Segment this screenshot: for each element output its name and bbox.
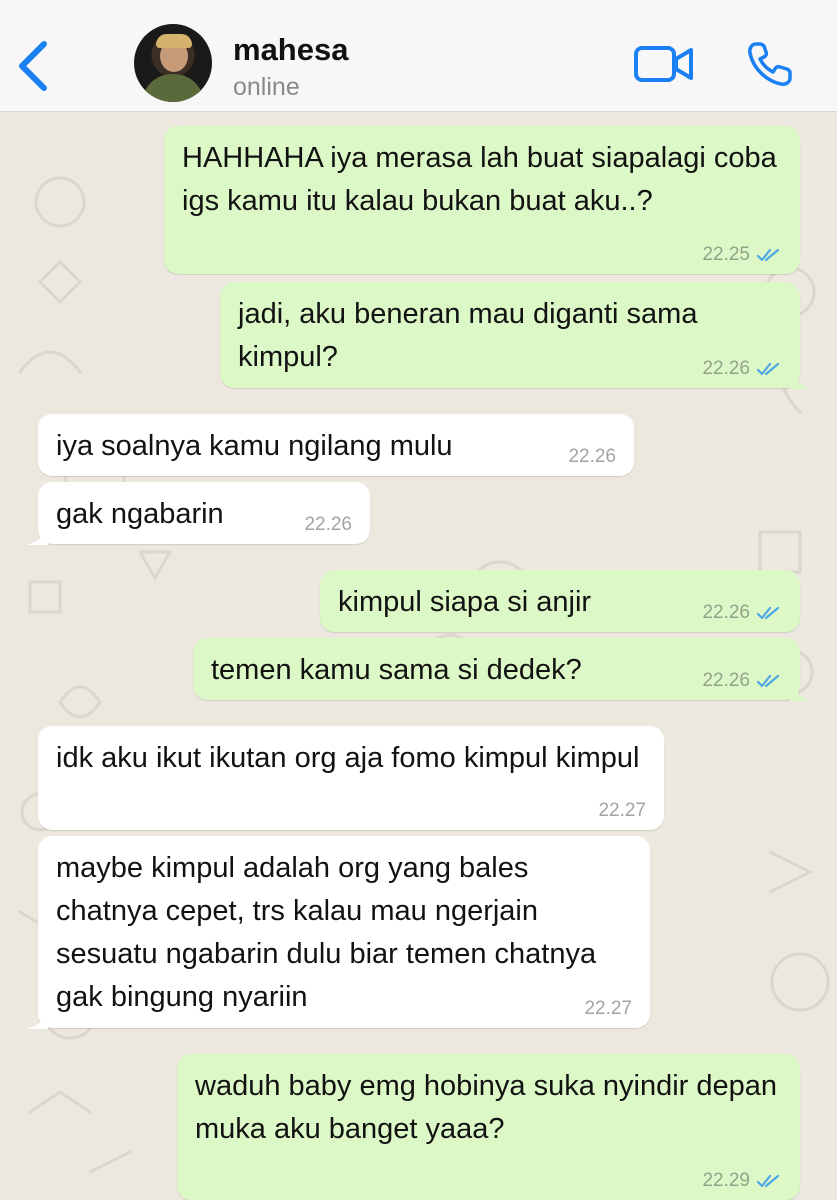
message-meta: 22.26 [702,603,782,623]
message-meta: 22.29 [702,1171,782,1191]
bubble-tail [26,1009,48,1029]
message-meta: 22.27 [598,801,646,821]
message-text: HAHHAHA iya merasa lah buat siapalagi co… [182,142,777,217]
bubble-tail [790,369,812,389]
bubble-tail [26,525,48,545]
contact-name[interactable]: mahesa [233,32,348,68]
message-bubble-incoming[interactable]: maybe kimpul adalah org yang bales chatn… [26,836,650,1029]
video-call-button[interactable] [634,44,694,84]
video-camera-icon [634,46,693,82]
message-time: 22.26 [702,602,750,623]
contact-status: online [233,73,300,101]
double-check-icon [756,674,780,688]
message-text: gak ngabarin [56,498,224,530]
double-check-icon [756,362,780,376]
message-time: 22.26 [702,670,750,691]
message-bubble-outgoing[interactable]: kimpul siapa si anjir 22.26 [320,570,800,632]
chevron-left-icon [19,41,47,91]
message-meta: 22.25 [702,245,782,265]
voice-call-button[interactable] [746,40,794,88]
chat-header: mahesa online [0,0,837,112]
message-time: 22.29 [702,1170,750,1191]
message-text: iya soalnya kamu ngilang mulu [56,430,453,462]
message-time: 22.27 [598,800,646,821]
message-meta: 22.26 [568,447,616,467]
message-text: temen kamu sama si dedek? [211,654,582,686]
double-check-icon [756,1174,780,1188]
contact-avatar[interactable] [134,24,212,102]
message-text: waduh baby emg hobinya suka nyindir depa… [195,1070,778,1145]
message-meta: 22.27 [584,999,632,1019]
message-text: maybe kimpul adalah org yang bales chatn… [56,852,597,1013]
message-time: 22.26 [304,514,352,535]
message-time: 22.26 [568,446,616,467]
message-meta: 22.26 [304,515,352,535]
message-bubble-incoming[interactable]: idk aku ikut ikutan org aja fomo kimpul … [38,726,664,830]
phone-icon [748,42,792,86]
message-meta: 22.26 [702,671,782,691]
message-bubble-incoming[interactable]: gak ngabarin 22.26 [26,482,370,545]
back-button[interactable] [14,38,54,94]
message-bubble-outgoing[interactable]: jadi, aku beneran mau diganti sama kimpu… [220,282,812,389]
message-meta: 22.26 [702,359,782,379]
chat-area[interactable]: HAHHAHA iya merasa lah buat siapalagi co… [0,112,837,1200]
message-time: 22.25 [702,244,750,265]
double-check-icon [756,606,780,620]
message-bubble-incoming[interactable]: iya soalnya kamu ngilang mulu 22.26 [38,414,634,476]
message-text: jadi, aku beneran mau diganti sama kimpu… [238,298,698,373]
bubble-tail [790,681,812,701]
message-time: 22.26 [702,358,750,379]
double-check-icon [756,248,780,262]
message-time: 22.27 [584,998,632,1019]
message-text: kimpul siapa si anjir [338,586,592,618]
message-text: idk aku ikut ikutan org aja fomo kimpul … [56,742,640,774]
message-bubble-outgoing[interactable]: waduh baby emg hobinya suka nyindir depa… [177,1054,800,1200]
message-bubble-outgoing[interactable]: HAHHAHA iya merasa lah buat siapalagi co… [164,126,800,274]
message-bubble-outgoing[interactable]: temen kamu sama si dedek? 22.26 [193,638,812,701]
